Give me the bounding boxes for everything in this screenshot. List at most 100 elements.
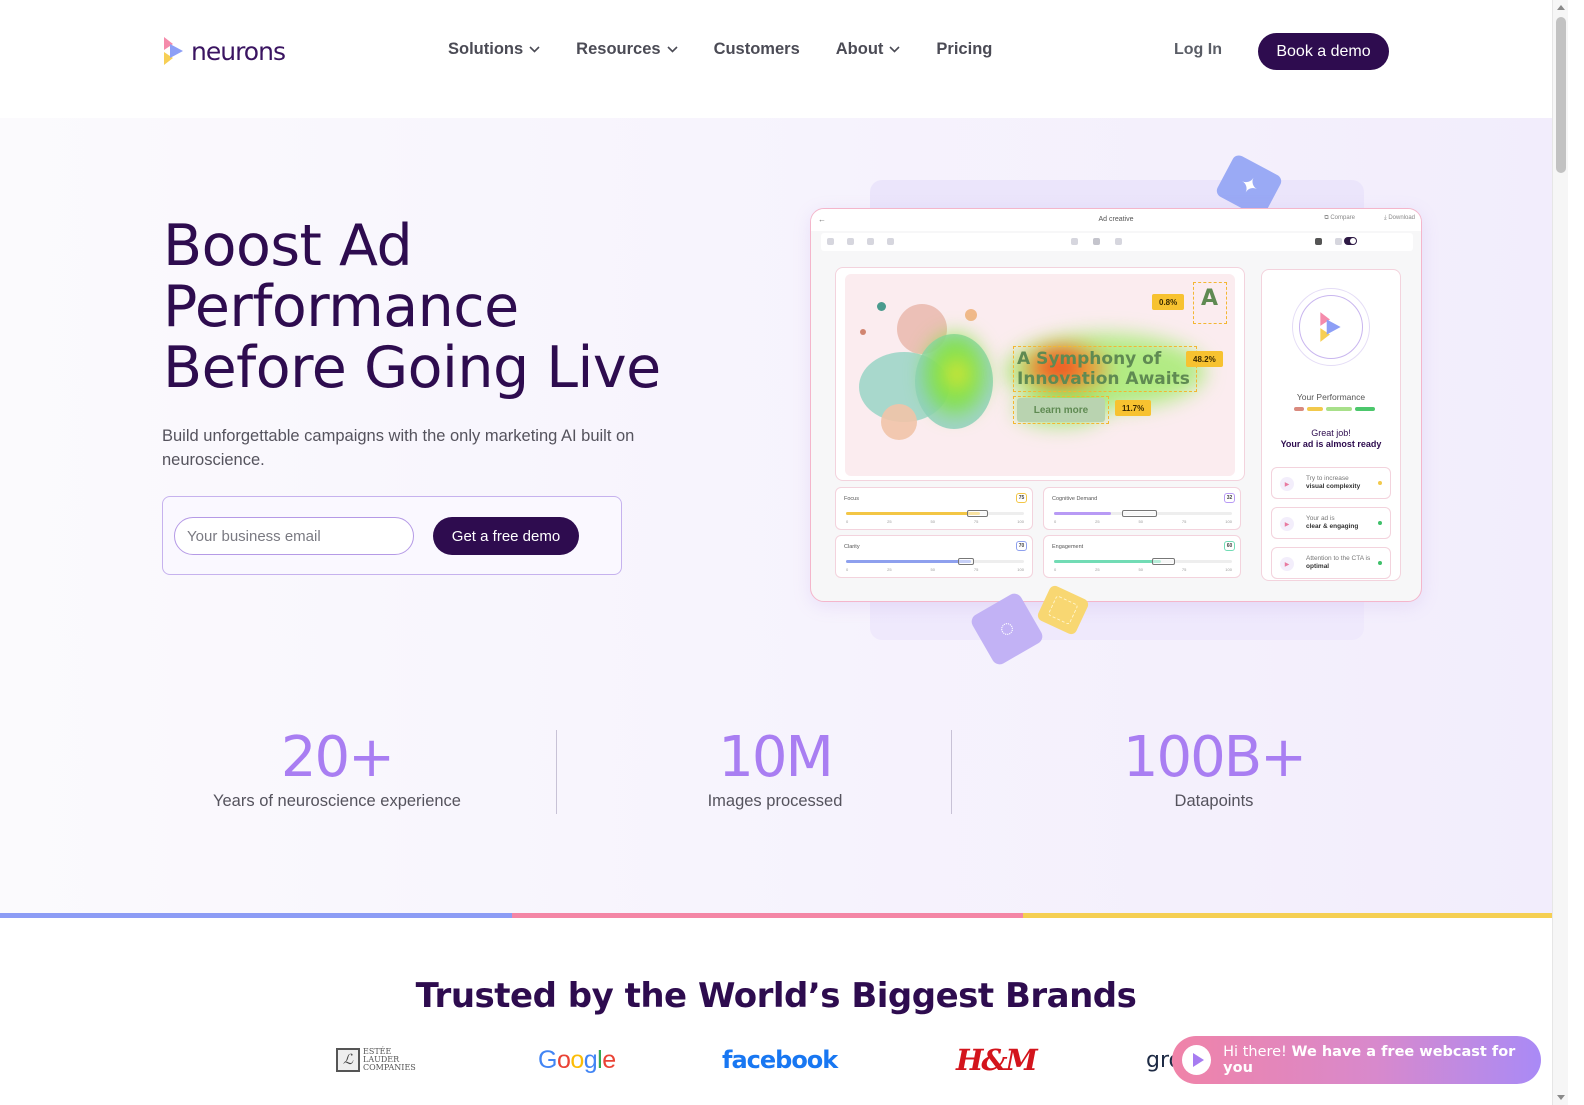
neurons-icon: ▶ — [1280, 557, 1294, 571]
stat-label: Years of neuroscience experience — [213, 792, 461, 810]
status-dot — [1378, 521, 1382, 525]
google-letter: o — [556, 1045, 571, 1074]
performance-ring — [1292, 288, 1370, 366]
stat-divider — [951, 730, 952, 814]
metric-ticks: 0 25 50 75 100 — [846, 519, 1024, 524]
nav-resources[interactable]: Resources — [576, 40, 678, 59]
metric-card-focus: Focus 75 0 25 50 75 100 — [835, 487, 1033, 530]
metric-tick: 25 — [1095, 567, 1100, 572]
metric-tick: 25 — [1095, 519, 1100, 524]
performance-label: Your Performance — [1296, 392, 1366, 402]
status-dot — [1378, 481, 1382, 485]
neurons-icon: ▶ — [1280, 517, 1294, 531]
metric-tick: 50 — [1138, 519, 1143, 524]
cursor-icon — [1315, 238, 1322, 245]
heatmap-toggle — [1344, 237, 1357, 245]
color-strip-pink — [512, 913, 1023, 918]
tip-text: Attention to the CTA is optimal — [1306, 555, 1378, 571]
metric-card-clarity: Clarity 70 0 25 50 75 100 — [835, 535, 1033, 578]
scrollbar-thumb[interactable] — [1556, 17, 1566, 173]
metric-card-engagement: Engagement 60 0 25 50 75 100 — [1043, 535, 1241, 578]
stat-label: Datapoints — [1174, 792, 1254, 810]
hero-section: Boost Ad Performance Before Going Live B… — [0, 118, 1552, 913]
demo-request-form: Get a free demo — [162, 496, 622, 575]
tip-pre: Your ad is — [1306, 515, 1335, 522]
metric-track — [846, 558, 1024, 565]
neurons-logo-icon — [1320, 312, 1341, 342]
stat-datapoints: 100B+ Datapoints — [1014, 726, 1414, 811]
metric-ticks: 0 25 50 75 100 — [1054, 567, 1232, 572]
metric-tick: 0 — [1054, 519, 1057, 524]
performance-scale — [1294, 407, 1375, 411]
metric-fill — [1054, 512, 1111, 515]
metric-benchmark-range — [958, 558, 975, 565]
logo-wordmark: neurons — [191, 36, 286, 66]
metric-track — [846, 510, 1024, 517]
nav-solutions-label: Solutions — [448, 40, 524, 58]
metric-tick: 75 — [973, 567, 979, 572]
metric-tick: 50 — [930, 519, 935, 524]
webcast-chat-popup[interactable]: Hi there! We have a free webcast for you — [1172, 1036, 1541, 1084]
color-strip-blue — [0, 913, 512, 918]
tool-icon — [1335, 238, 1342, 245]
compare-button: ⧉ Compare — [1324, 215, 1355, 221]
metric-tick: 25 — [887, 519, 892, 524]
neurons-logo[interactable]: neurons — [161, 36, 286, 66]
stat-value: 100B+ — [1122, 725, 1307, 790]
mockup-topbar: ← Ad creative ⧉ Compare ⤓ Download — [811, 209, 1421, 231]
metric-tick: 0 — [846, 519, 849, 524]
hero-subtitle: Build unforgettable campaigns with the o… — [162, 427, 635, 469]
site-header: neurons Solutions Resources Customers Ab… — [0, 0, 1552, 118]
ad-logo: A — [1201, 286, 1219, 311]
nav-about[interactable]: About — [836, 40, 901, 59]
get-free-demo-button[interactable]: Get a free demo — [433, 517, 579, 555]
metric-tick: 100 — [1225, 519, 1232, 524]
tip-text: Your ad is clear & engaging — [1306, 515, 1378, 531]
tip-pre: Attention to the CTA is — [1306, 555, 1371, 562]
attention-headline-pct: 48.2% — [1186, 351, 1223, 367]
metric-ticks: 0 25 50 75 100 — [1054, 519, 1232, 524]
metric-value: 70 — [1016, 541, 1027, 551]
tool-icon — [847, 238, 854, 245]
performance-panel: Your Performance Great job! Your ad is a… — [1261, 269, 1401, 581]
page-scrollbar[interactable] — [1552, 0, 1568, 1105]
metric-tick: 25 — [887, 567, 892, 572]
login-link[interactable]: Log In — [1174, 41, 1222, 59]
tip-pre: Try to increase — [1306, 475, 1349, 482]
metric-tick: 50 — [1138, 567, 1143, 572]
chevron-down-icon — [666, 46, 678, 53]
scroll-up-arrow-icon[interactable] — [1557, 5, 1565, 10]
metric-benchmark-range — [967, 510, 989, 517]
google-letter: e — [602, 1045, 616, 1074]
ad-status-text: Your ad is almost ready — [1280, 439, 1382, 449]
nav-pricing[interactable]: Pricing — [936, 40, 992, 59]
color-strip-yellow — [1023, 913, 1552, 918]
business-email-input[interactable] — [174, 517, 414, 555]
metric-track — [1054, 558, 1232, 565]
stat-years: 20+ Years of neuroscience experience — [137, 726, 537, 811]
metric-tick: 0 — [846, 567, 849, 572]
estee-lauder-mark-icon: ℒ — [336, 1048, 360, 1072]
metric-ticks: 0 25 50 75 100 — [846, 567, 1024, 572]
attention-cta-pct: 11.7% — [1115, 400, 1152, 416]
metric-fill — [846, 512, 980, 515]
book-demo-button[interactable]: Book a demo — [1258, 33, 1389, 70]
metric-benchmark-range — [1151, 558, 1176, 565]
nav-solutions[interactable]: Solutions — [448, 40, 540, 59]
tip-item: ▶ Your ad is clear & engaging — [1271, 507, 1391, 539]
tip-bold: optimal — [1306, 563, 1330, 570]
nav-customers[interactable]: Customers — [714, 40, 800, 59]
product-mockup: ← Ad creative ⧉ Compare ⤓ Download A Sym… — [810, 208, 1422, 602]
scroll-down-arrow-icon[interactable] — [1557, 1095, 1565, 1100]
google-letter: G — [538, 1045, 557, 1074]
play-icon — [1182, 1045, 1212, 1075]
tool-icon — [887, 238, 894, 245]
performance-bar — [1294, 407, 1304, 411]
performance-message: Great job! Your ad is almost ready — [1262, 428, 1400, 450]
metric-fill — [1054, 560, 1161, 563]
mockup-toolbar — [821, 233, 1413, 251]
tip-item: ▶ Try to increase visual complexity — [1271, 467, 1391, 499]
download-button: ⤓ Download — [1383, 215, 1415, 221]
stat-value: 10M — [718, 725, 834, 790]
metric-tick: 100 — [1017, 519, 1024, 524]
